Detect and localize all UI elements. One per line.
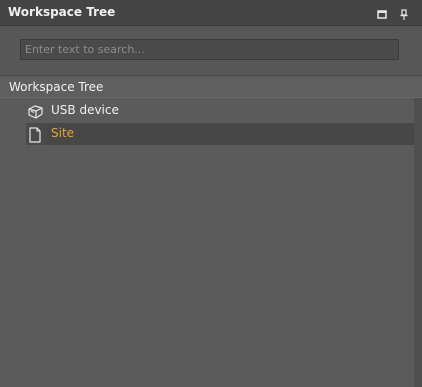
tree-node-label: USB device <box>51 103 119 117</box>
panel-titlebar: Workspace Tree <box>0 0 422 26</box>
search-bar <box>0 26 422 76</box>
vertical-scroll-gutter[interactable] <box>414 98 422 387</box>
selection-highlight <box>47 123 414 145</box>
document-icon <box>26 126 44 144</box>
tree-header[interactable]: Workspace Tree <box>0 77 422 98</box>
tree-node-label: Site <box>51 126 75 140</box>
tree-node-usb-device[interactable]: USB device <box>26 100 414 122</box>
panel-title: Workspace Tree <box>8 5 116 19</box>
maximize-icon[interactable] <box>376 6 388 19</box>
tree-header-label: Workspace Tree <box>9 80 104 94</box>
search-input[interactable] <box>20 39 399 60</box>
usb-device-icon <box>26 103 44 121</box>
tree-node-site[interactable]: Site <box>26 123 414 145</box>
workspace-tree-panel: Workspace Tree Workspace Tree <box>0 0 422 387</box>
pin-icon[interactable] <box>398 6 410 20</box>
